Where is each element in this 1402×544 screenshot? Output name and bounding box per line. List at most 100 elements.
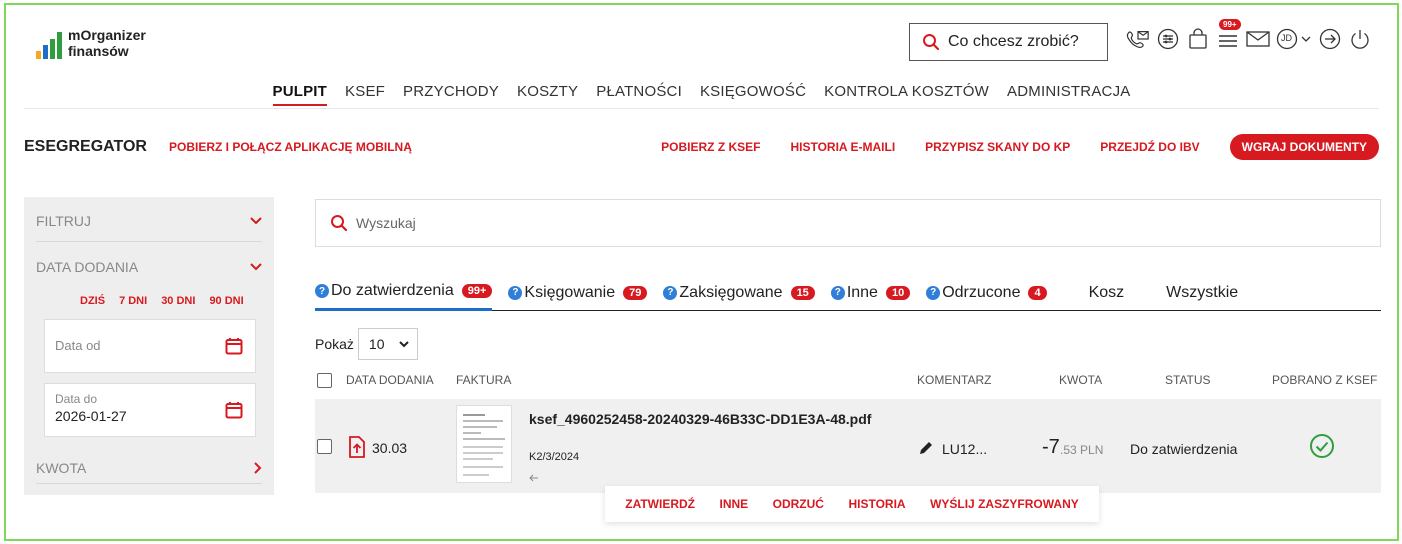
amount-rest: .53 PLN: [1060, 443, 1104, 457]
reject-action[interactable]: ODRZUĆ: [773, 497, 824, 511]
nav-ksef[interactable]: KSEF: [345, 83, 385, 106]
filter-toggle[interactable]: FILTRUJ: [36, 213, 262, 229]
row-checkbox[interactable]: [317, 439, 332, 454]
row-date: 30.03: [372, 440, 408, 456]
help-icon[interactable]: ?: [830, 285, 845, 300]
nav-pulpit[interactable]: PULPIT: [272, 83, 328, 106]
tab-count-badge: 79: [623, 285, 648, 300]
document-search-input[interactable]: Wyszukaj: [315, 199, 1381, 247]
tab-kosz[interactable]: Kosz: [1089, 275, 1125, 311]
help-icon[interactable]: ?: [508, 285, 523, 300]
module-title: ESEGREGATOR: [24, 138, 147, 155]
col-pobrano-z-ksef[interactable]: POBRANO Z KSEF: [1272, 373, 1377, 387]
nav-divider: [24, 108, 1379, 109]
filter-sidebar: FILTRUJ DATA DODANIA DZIŚ 7 DNI 30 DNI 9…: [24, 197, 274, 495]
user-initials: JD: [1281, 33, 1292, 43]
help-icon[interactable]: ?: [663, 285, 678, 300]
page-size-control: Pokaż 10: [315, 328, 418, 360]
amount-toggle[interactable]: KWOTA: [36, 460, 262, 476]
status-tabs: ? Do zatwierdzenia 99+ ? Księgowanie 79 …: [315, 275, 1381, 311]
envelope-icon[interactable]: [1246, 27, 1270, 51]
row-actions-menu: ZATWIERDŹ INNE ODRZUĆ HISTORIA WYŚLIJ ZA…: [605, 486, 1099, 522]
show-label: Pokaż: [315, 336, 354, 352]
table-header: DATA DODANIA FAKTURA KOMENTARZ KWOTA STA…: [315, 373, 1381, 393]
power-icon[interactable]: [1348, 27, 1372, 51]
pencil-icon[interactable]: [918, 440, 934, 456]
date-added-label: DATA DODANIA: [36, 259, 139, 275]
upload-documents-button[interactable]: WGRAJ DOKUMENTY: [1229, 134, 1379, 160]
tab-wszystkie[interactable]: Wszystkie: [1166, 275, 1238, 311]
col-comment[interactable]: KOMENTARZ: [917, 373, 991, 387]
table-row[interactable]: 30.03 ksef_4960252458-20240329-46B33C-DD…: [315, 399, 1381, 493]
logo-bars-icon: [36, 29, 62, 59]
arrow-left-icon[interactable]: [529, 474, 539, 482]
invoice-thumbnail[interactable]: [456, 405, 512, 483]
approve-action[interactable]: ZATWIERDŹ: [625, 497, 695, 511]
tab-do-zatwierdzenia[interactable]: ? Do zatwierdzenia 99+: [315, 275, 493, 311]
email-history-link[interactable]: HISTORIA E-MAILI: [790, 140, 895, 154]
nav-ksiegowosc[interactable]: KSIĘGOWOŚĆ: [700, 83, 806, 106]
range-90-days[interactable]: 90 DNI: [209, 295, 243, 307]
tab-odrzucone[interactable]: ? Odrzucone 4: [926, 275, 1047, 311]
upload-file-icon: [349, 436, 365, 458]
nav-koszty[interactable]: KOSZTY: [517, 83, 578, 106]
nav-kontrola-kosztow[interactable]: KONTROLA KOSZTÓW: [824, 83, 989, 106]
send-encrypted-action[interactable]: WYŚLIJ ZASZYFROWANY: [930, 497, 1079, 511]
mobile-app-link[interactable]: POBIERZ I POŁĄCZ APLIKACJĘ MOBILNĄ: [169, 140, 412, 154]
invoice-doc-number: K2/3/2024: [529, 451, 580, 463]
tab-label: Wszystkie: [1166, 283, 1239, 301]
date-from-field[interactable]: Data od: [44, 319, 256, 373]
page-size-select[interactable]: 10: [357, 328, 418, 360]
help-icon[interactable]: ?: [315, 284, 329, 298]
check-circle-icon: [1310, 434, 1334, 458]
brand-name-line1: mOrganizer: [68, 27, 146, 43]
other-action[interactable]: INNE: [719, 497, 748, 511]
invoice-file-name[interactable]: ksef_4960252458-20240329-46B33C-DD1E3A-4…: [529, 411, 871, 427]
assign-scans-link[interactable]: PRZYPISZ SKANY DO KP: [925, 140, 1070, 154]
help-icon[interactable]: ?: [926, 285, 941, 300]
range-30-days[interactable]: 30 DNI: [161, 295, 195, 307]
bag-icon[interactable]: [1186, 27, 1210, 51]
chevron-down-icon: [250, 263, 262, 271]
global-action-search[interactable]: Co chcesz zrobić?: [909, 23, 1108, 61]
tab-count-badge: 99+: [461, 284, 493, 298]
phone-mail-icon[interactable]: [1126, 27, 1150, 51]
nav-platnosci[interactable]: PŁATNOŚCI: [596, 83, 682, 106]
col-date-added[interactable]: DATA DODANIA: [346, 373, 434, 387]
range-7-days[interactable]: 7 DNI: [119, 295, 147, 307]
calendar-icon: [225, 402, 243, 419]
document-search-placeholder: Wyszukaj: [356, 215, 416, 231]
date-to-field[interactable]: Data do 2026-01-27: [44, 383, 256, 437]
col-amount[interactable]: KWOTA: [1059, 373, 1102, 387]
tab-label: Kosz: [1088, 283, 1125, 301]
tab-label: Odrzucone: [942, 283, 1021, 301]
brand-logo[interactable]: mOrganizer finansów: [36, 27, 146, 59]
chevron-down-icon: [399, 340, 409, 347]
nav-przychody[interactable]: PRZYCHODY: [403, 83, 499, 106]
sidebar-divider: [36, 483, 262, 484]
logout-icon[interactable]: [1318, 27, 1342, 51]
tab-zaksiegowane[interactable]: ? Zaksięgowane 15: [663, 275, 815, 311]
chevron-down-icon: [250, 217, 262, 225]
tab-label: Zaksięgowane: [679, 283, 783, 301]
go-to-ibv-link[interactable]: PRZEJDŹ DO IBV: [1100, 140, 1199, 154]
tab-label: Do zatwierdzenia: [331, 282, 454, 299]
list-icon[interactable]: 99+: [1216, 19, 1241, 51]
history-action[interactable]: HISTORIA: [848, 497, 905, 511]
tab-inne[interactable]: ? Inne 10: [830, 275, 911, 311]
row-comment: LU12...: [942, 441, 988, 457]
sliders-icon[interactable]: [1156, 27, 1180, 51]
amount-label: KWOTA: [36, 460, 87, 476]
col-status[interactable]: STATUS: [1165, 373, 1211, 387]
fetch-ksef-link[interactable]: POBIERZ Z KSEF: [661, 140, 760, 154]
user-menu[interactable]: JD: [1276, 27, 1312, 51]
quick-date-ranges: DZIŚ 7 DNI 30 DNI 90 DNI: [80, 295, 244, 307]
date-added-toggle[interactable]: DATA DODANIA: [36, 259, 262, 275]
col-invoice[interactable]: FAKTURA: [456, 373, 511, 387]
module-toolbar: ESEGREGATOR POBIERZ I POŁĄCZ APLIKACJĘ M…: [24, 134, 1379, 160]
tab-ksiegowanie[interactable]: ? Księgowanie 79: [508, 275, 648, 311]
nav-administracja[interactable]: ADMINISTRACJA: [1007, 83, 1130, 106]
range-today[interactable]: DZIŚ: [80, 295, 105, 307]
tab-count-badge: 10: [885, 285, 911, 300]
select-all-checkbox[interactable]: [317, 373, 332, 388]
